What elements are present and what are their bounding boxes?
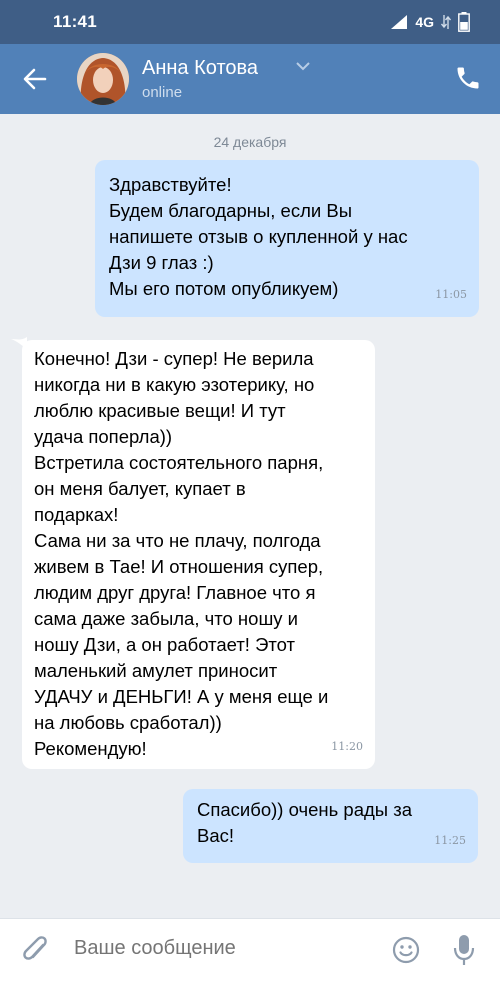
network-type: 4G — [415, 14, 434, 30]
message-text: Здравствуйте! Будем благодарны, если Вы … — [109, 174, 408, 299]
attach-icon[interactable] — [21, 933, 51, 967]
phone-icon[interactable] — [454, 64, 482, 92]
message-time: 11:05 — [435, 288, 467, 301]
date-separator: 24 декабря — [213, 134, 287, 150]
status-icons: 4G — [390, 11, 470, 33]
message-composer — [0, 918, 500, 982]
battery-icon — [458, 12, 470, 32]
message-time: 11:25 — [434, 834, 466, 847]
signal-icon — [391, 15, 408, 29]
message-input[interactable] — [74, 937, 374, 960]
contact-name[interactable]: Анна Котова — [142, 57, 258, 80]
contact-status: online — [142, 84, 183, 101]
message-text: Конечно! Дзи - супер! Не верила никогда … — [34, 348, 329, 759]
avatar[interactable] — [77, 53, 129, 105]
microphone-icon[interactable] — [452, 933, 476, 967]
message-time: 11:20 — [331, 740, 363, 753]
incoming-message[interactable]: Конечно! Дзи - супер! Не верила никогда … — [22, 340, 375, 769]
emoji-icon[interactable] — [391, 935, 421, 965]
chevron-down-icon[interactable] — [295, 60, 311, 72]
data-arrows-icon — [441, 15, 451, 29]
message-text: Спасибо)) очень рады за Вас! — [197, 799, 412, 846]
chat-header: Анна Котова online — [0, 44, 500, 114]
status-time: 11:41 — [53, 12, 98, 31]
back-arrow-icon[interactable] — [20, 64, 50, 94]
outgoing-message[interactable]: Спасибо)) очень рады за Вас! 11:25 — [183, 789, 478, 863]
avatar-photo-icon — [77, 53, 129, 105]
status-bar: 11:41 4G — [0, 0, 500, 44]
outgoing-message[interactable]: Здравствуйте! Будем благодарны, если Вы … — [95, 160, 479, 317]
